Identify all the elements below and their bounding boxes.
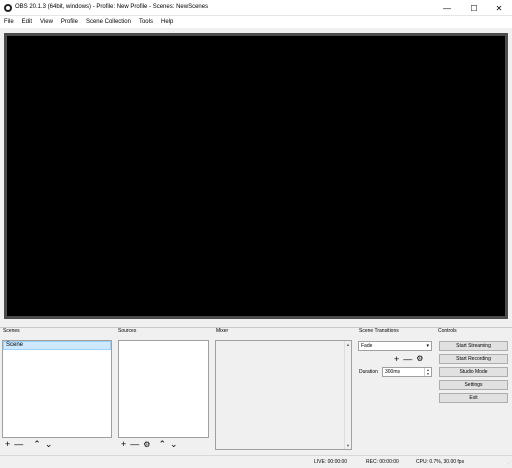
settings-button[interactable]: Settings: [439, 380, 508, 390]
duration-label: Duration: [359, 369, 378, 375]
remove-source-button[interactable]: —: [130, 439, 139, 449]
live-status: LIVE: 00:00:00: [314, 459, 348, 465]
transitions-dock-title: Scene Transitions: [359, 328, 399, 334]
sources-dock-title: Sources: [118, 328, 137, 334]
sources-list[interactable]: [118, 340, 209, 438]
source-settings-gear-icon[interactable]: ⚙: [143, 440, 150, 449]
rec-status: REC: 00:00:00: [366, 459, 399, 465]
add-source-button[interactable]: +: [121, 439, 126, 449]
add-scene-button[interactable]: +: [5, 439, 10, 449]
title-bar: OBS 20.1.3 (64bit, windows) - Profile: N…: [0, 0, 512, 16]
menu-tools[interactable]: Tools: [135, 19, 157, 25]
remove-transition-button[interactable]: —: [403, 354, 412, 364]
obs-logo-icon: [4, 4, 12, 12]
mixer-dock-title: Mixer: [216, 328, 229, 334]
spin-arrows-icon[interactable]: ▲ ▼: [424, 368, 431, 376]
transition-select[interactable]: Fade ▾: [358, 341, 432, 351]
menu-help[interactable]: Help: [157, 19, 177, 25]
controls-dock-title: Controls: [438, 328, 457, 334]
scenes-toolbar: + — ⌃ ⌄: [5, 438, 52, 450]
close-button[interactable]: ✕: [486, 0, 512, 16]
scene-list-item[interactable]: Scene: [3, 341, 111, 350]
preview-canvas[interactable]: [7, 36, 505, 316]
add-transition-button[interactable]: +: [394, 354, 399, 364]
move-source-down-button[interactable]: ⌄: [170, 439, 178, 449]
menu-scene-collection[interactable]: Scene Collection: [82, 19, 135, 25]
menu-bar: File Edit View Profile Scene Collection …: [0, 16, 512, 28]
scroll-up-arrow-icon[interactable]: ▲: [346, 342, 350, 347]
menu-file[interactable]: File: [0, 19, 18, 25]
duration-spinbox[interactable]: 300ms ▲ ▼: [382, 367, 432, 377]
menu-view[interactable]: View: [36, 19, 57, 25]
exit-button[interactable]: Exit: [439, 393, 508, 403]
dock-divider: [0, 327, 512, 337]
sources-toolbar: + — ⚙ ⌃ ⌄: [121, 438, 178, 450]
scenes-dock-title: Scenes: [3, 328, 20, 334]
menu-profile[interactable]: Profile: [57, 19, 82, 25]
studio-mode-button[interactable]: Studio Mode: [439, 367, 508, 377]
minimize-button[interactable]: —: [434, 0, 460, 16]
mixer-panel: ▲ ▼: [215, 340, 352, 450]
remove-scene-button[interactable]: —: [14, 439, 23, 449]
resize-grip-icon[interactable]: ⋰: [506, 461, 511, 467]
scenes-list[interactable]: Scene: [2, 340, 112, 438]
move-scene-down-button[interactable]: ⌄: [45, 439, 53, 449]
start-streaming-button[interactable]: Start Streaming: [439, 341, 508, 351]
menu-edit[interactable]: Edit: [18, 19, 36, 25]
transition-select-value: Fade: [361, 343, 373, 349]
transition-settings-gear-icon[interactable]: ⚙: [416, 354, 423, 363]
duration-value: 300ms: [385, 369, 401, 375]
dropdown-arrow-icon: ▾: [426, 343, 429, 349]
move-scene-up-button[interactable]: ⌃: [33, 439, 41, 449]
scroll-down-arrow-icon[interactable]: ▼: [346, 443, 350, 448]
transitions-toolbar: + — ⚙: [394, 353, 423, 364]
preview-frame: [4, 33, 508, 319]
cpu-status: CPU: 0.7%, 30.00 fps: [416, 459, 465, 465]
start-recording-button[interactable]: Start Recording: [439, 354, 508, 364]
status-bar: LIVE: 00:00:00 REC: 00:00:00 CPU: 0.7%, …: [0, 455, 512, 468]
mixer-scrollbar[interactable]: ▲ ▼: [344, 341, 351, 449]
maximize-button[interactable]: ☐: [461, 0, 487, 16]
window-title: OBS 20.1.3 (64bit, windows) - Profile: N…: [15, 4, 209, 10]
move-source-up-button[interactable]: ⌃: [158, 439, 166, 449]
